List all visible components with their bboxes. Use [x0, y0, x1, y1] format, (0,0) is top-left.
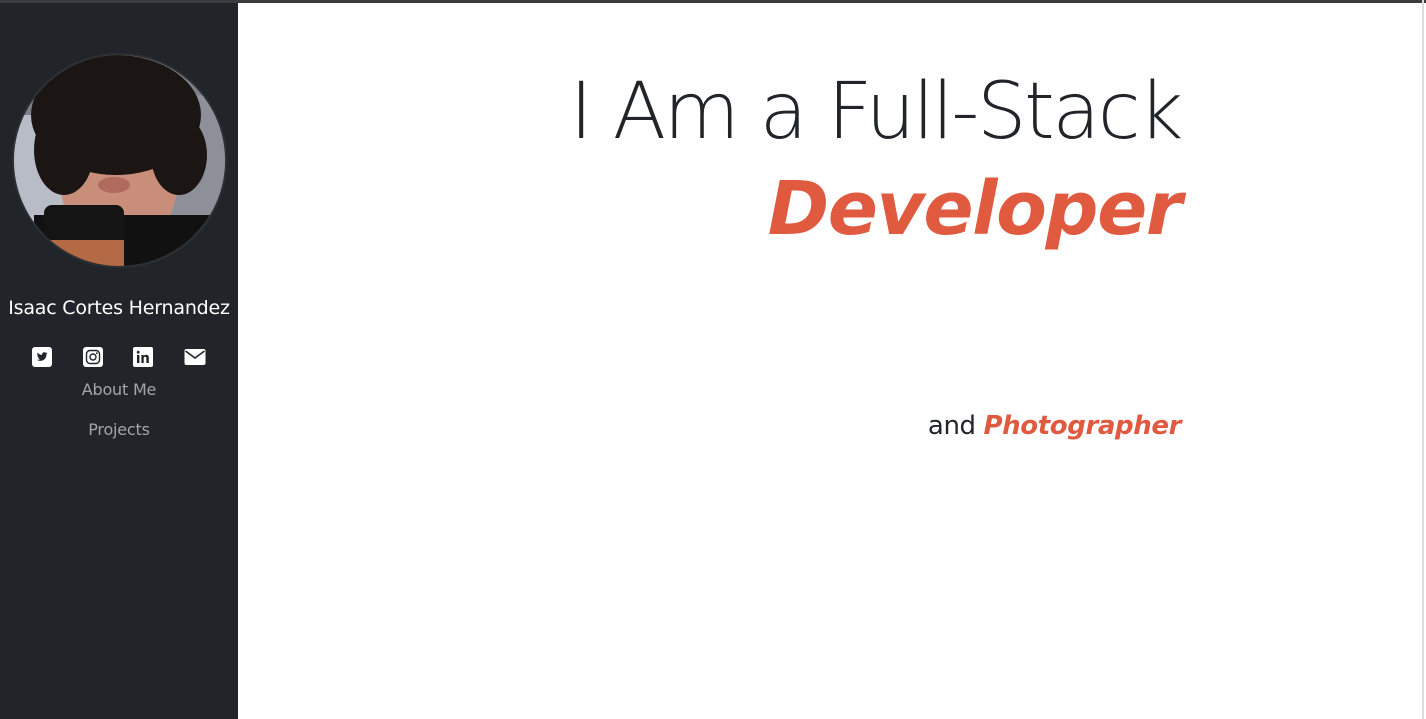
linkedin-icon [133, 347, 153, 367]
hero-sub-accent: Photographer [983, 411, 1182, 441]
avatar [14, 55, 225, 266]
social-links [0, 346, 238, 370]
hero-headline: I Am a Full-Stack [569, 67, 1184, 157]
hero-subline: and Photographer [928, 411, 1181, 441]
hero-sub-prefix: and [927, 411, 976, 441]
avatar-photo [14, 55, 225, 266]
email-link[interactable] [184, 346, 206, 368]
linkedin-link[interactable] [132, 346, 154, 368]
email-icon [184, 349, 206, 365]
nav-about-me[interactable]: About Me [0, 380, 238, 399]
window-right-border [1422, 0, 1424, 719]
nav-projects[interactable]: Projects [0, 420, 238, 439]
instagram-icon [83, 347, 103, 367]
sidebar: Isaac Cortes Hernandez About Me Projects [0, 3, 238, 719]
hero-headline-accent: Developer [767, 166, 1183, 252]
instagram-link[interactable] [82, 346, 104, 368]
hero-section: I Am a Full-Stack Developer and Photogra… [238, 3, 1422, 719]
page: Isaac Cortes Hernandez About Me Projects… [0, 0, 1426, 719]
twitter-icon [32, 347, 52, 367]
profile-name: Isaac Cortes Hernandez [8, 297, 230, 319]
twitter-link[interactable] [31, 346, 53, 368]
